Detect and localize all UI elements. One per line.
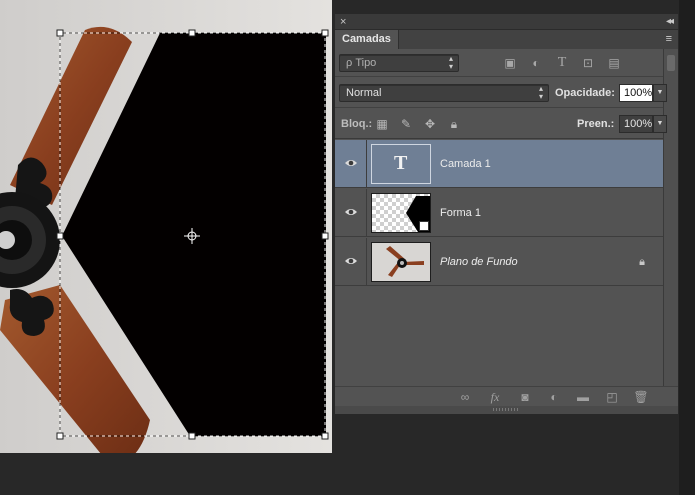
layer-name[interactable]: Plano de Fundo	[440, 254, 518, 270]
visibility-toggle[interactable]	[335, 189, 367, 237]
layer-thumbnail: T	[371, 144, 431, 184]
filter-kind-select[interactable]: ρ Tipo ▴ ▾	[339, 54, 459, 72]
layer-row-forma-1[interactable]: Forma 1	[335, 189, 663, 237]
link-layers-icon[interactable]: ∞	[456, 389, 474, 405]
layer-filter-row: ρ Tipo ▴ ▾ ▣ ◐ T ⊡ ▤	[335, 49, 663, 77]
fill-label: Preen.:	[577, 118, 615, 130]
collapse-panel-icon[interactable]: ◂◂	[666, 15, 674, 29]
panel-resize-grip[interactable]	[335, 406, 678, 414]
panel-title-bar: × ◂◂	[335, 14, 678, 30]
trash-icon[interactable]: 🗑︎	[632, 389, 650, 405]
select-arrows-icon: ▴ ▾	[448, 54, 453, 71]
fan-thumbnail-art	[386, 246, 424, 277]
panel-scrollbar[interactable]	[663, 49, 678, 414]
layer-thumbnail	[371, 242, 431, 282]
image-filter-icon[interactable]: ▣	[501, 54, 519, 72]
fill-input[interactable]: 100%	[619, 115, 653, 133]
scrollbar-thumb[interactable]	[667, 55, 675, 71]
select-arrows-icon: ▴ ▾	[538, 84, 543, 101]
new-layer-icon[interactable]: ◰	[603, 389, 621, 405]
lock-all-icon[interactable]: 🔒︎	[445, 115, 463, 133]
eye-icon	[345, 258, 357, 264]
layer-name[interactable]: Forma 1	[440, 205, 481, 221]
canvas-gutter	[0, 453, 335, 495]
close-panel-icon[interactable]: ×	[340, 15, 346, 29]
grip-dots-icon	[493, 408, 519, 411]
filter-kind-label: ρ Tipo	[346, 57, 377, 69]
dock-edge	[679, 0, 695, 495]
lock-row: Bloq.: ▦ ✎ ✥ 🔒︎ Preen.: 100% ▼	[335, 109, 667, 139]
layer-thumbnail	[371, 193, 431, 233]
adjustment-layer-icon[interactable]: ◐	[545, 389, 563, 405]
layer-row-background[interactable]: Plano de Fundo 🔒︎	[335, 238, 663, 286]
opacity-dropdown-button[interactable]: ▼	[653, 84, 667, 102]
eye-icon	[345, 209, 357, 215]
tab-layers[interactable]: Camadas	[335, 30, 399, 49]
lock-transparent-pixels-icon[interactable]: ▦	[373, 115, 391, 133]
eye-icon	[345, 160, 357, 166]
lock-image-pixels-icon[interactable]: ✎	[397, 115, 415, 133]
layer-name[interactable]: Camada 1	[440, 156, 491, 172]
smart-object-filter-icon[interactable]: ▤	[605, 54, 623, 72]
canvas-artwork	[0, 0, 332, 453]
blend-mode-value: Normal	[346, 87, 382, 99]
blend-row: Normal ▴ ▾ Opacidade: 100% ▼	[335, 78, 667, 108]
opacity-input[interactable]: 100%	[619, 84, 653, 102]
panel-menu-icon[interactable]: ≡	[666, 33, 672, 45]
lock-label: Bloq.:	[341, 118, 373, 130]
layers-bottom-toolbar: ∞ fx ◙ ◐ ▬ ◰ 🗑︎	[335, 386, 678, 406]
panel-tab-bar: Camadas ≡	[335, 30, 678, 49]
text-layer-icon: T	[394, 152, 408, 174]
type-filter-icon[interactable]: T	[553, 54, 571, 72]
vector-mask-badge-icon	[419, 221, 429, 231]
lock-position-icon[interactable]: ✥	[421, 115, 439, 133]
fx-icon[interactable]: fx	[486, 389, 504, 405]
blend-mode-select[interactable]: Normal ▴ ▾	[339, 84, 549, 102]
fill-dropdown-button[interactable]: ▼	[653, 115, 667, 133]
layer-mask-icon[interactable]: ◙	[516, 389, 534, 405]
document-canvas[interactable]	[0, 0, 332, 453]
group-folder-icon[interactable]: ▬	[574, 389, 592, 405]
visibility-toggle[interactable]	[335, 140, 367, 188]
layer-locked-icon: 🔒︎	[639, 256, 645, 268]
layer-row-camada-1[interactable]: T Camada 1	[335, 140, 663, 188]
opacity-label: Opacidade:	[555, 87, 615, 99]
shape-filter-icon[interactable]: ⊡	[579, 54, 597, 72]
photoshop-window: × ◂◂ Camadas ≡ ρ Tipo ▴ ▾ ▣ ◐ T ⊡ ▤ Norma…	[0, 0, 695, 495]
adjustment-filter-icon[interactable]: ◐	[527, 54, 545, 72]
visibility-toggle[interactable]	[335, 238, 367, 286]
